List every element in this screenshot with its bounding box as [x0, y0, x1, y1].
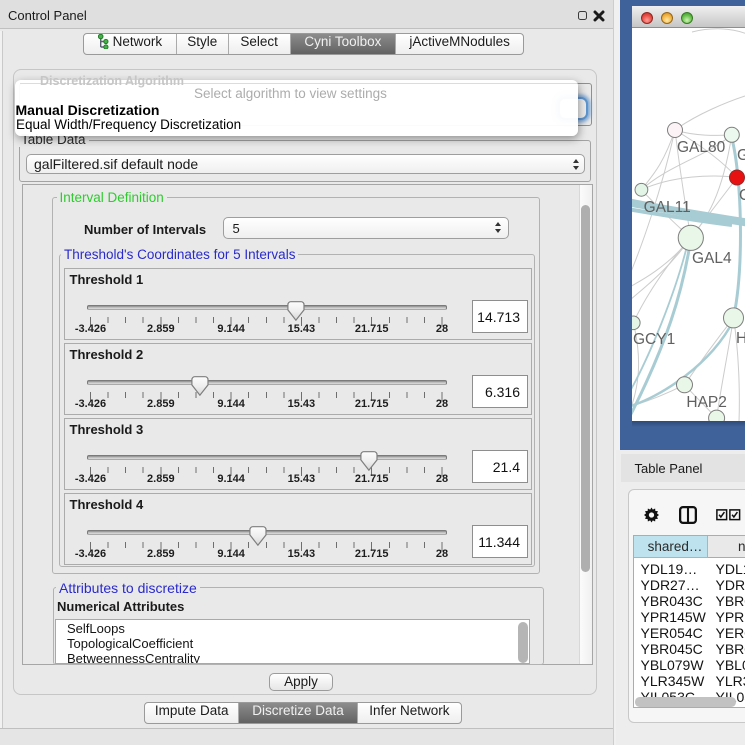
svg-text:C.: C. — [739, 187, 745, 204]
svg-text:GAL11: GAL11 — [644, 199, 691, 216]
svg-text:GCY1: GCY1 — [633, 331, 675, 348]
svg-text:GAL80: GAL80 — [677, 139, 726, 156]
svg-text:GAL4: GAL4 — [692, 250, 732, 267]
svg-text:HAP2: HAP2 — [686, 394, 727, 411]
svg-text:H: H — [736, 330, 745, 347]
svg-text:G.: G. — [737, 147, 745, 164]
